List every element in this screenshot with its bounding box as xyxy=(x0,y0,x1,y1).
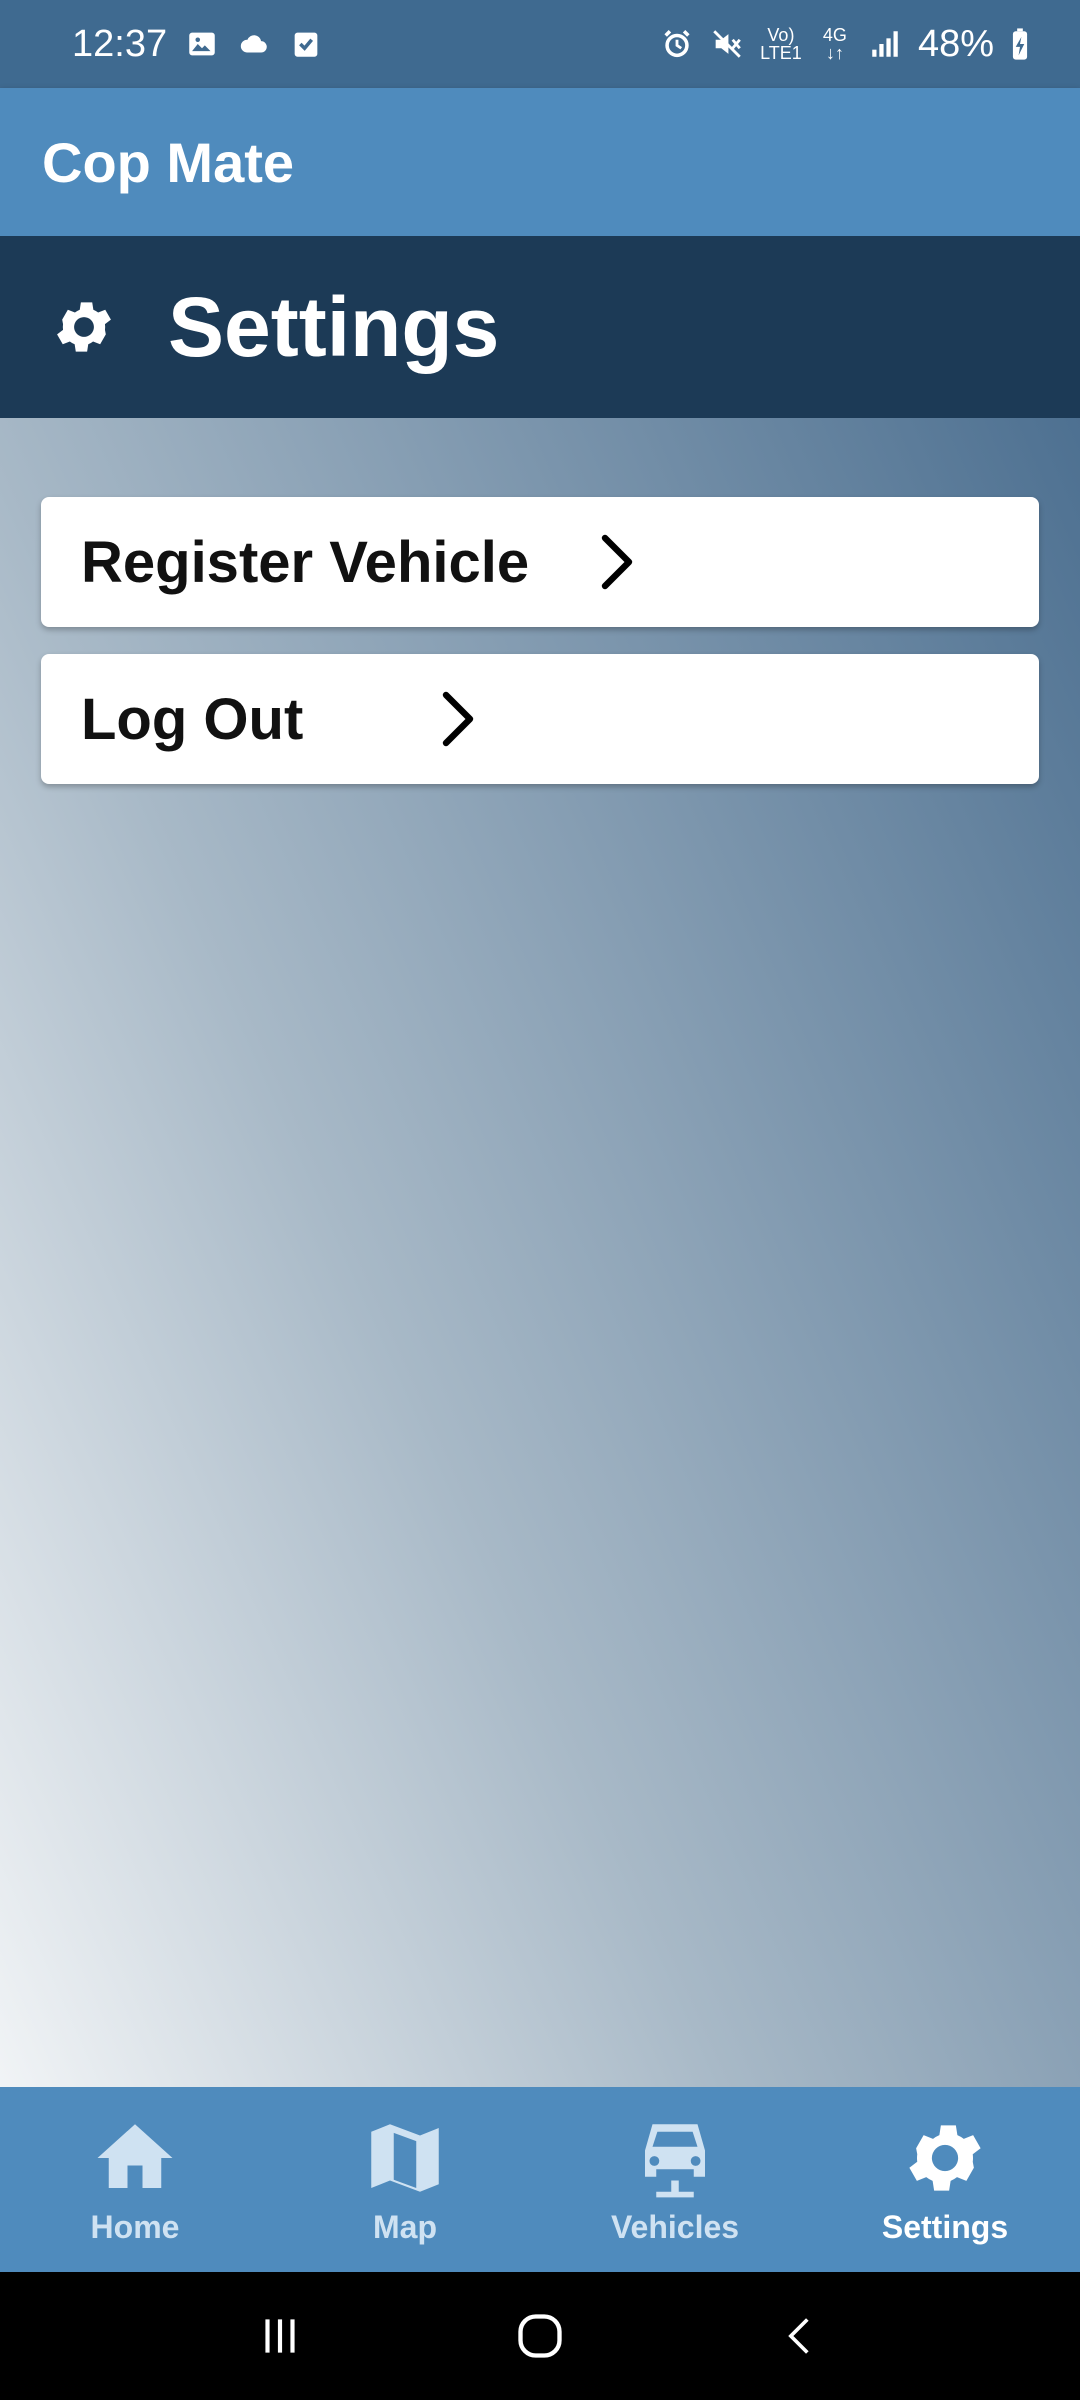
mute-icon xyxy=(710,27,744,61)
image-notification-icon xyxy=(185,27,219,61)
data-type-text: 4G xyxy=(822,25,847,45)
nav-label: Map xyxy=(373,2209,437,2245)
car-icon xyxy=(645,2124,705,2198)
home-circle-icon xyxy=(518,2314,562,2358)
status-time: 12:37 xyxy=(72,22,168,65)
settings-menu: Register Vehicle Log Out xyxy=(41,497,1039,811)
back-icon xyxy=(788,2318,809,2354)
data-type-indicator: 4G ↓↑ xyxy=(818,25,852,63)
battery-charging-icon xyxy=(1010,27,1030,61)
register-vehicle-button[interactable]: Register Vehicle xyxy=(41,497,1039,627)
volte-top-text: Vo) xyxy=(767,25,795,45)
checkbox-notification-icon xyxy=(289,27,323,61)
status-bar: 12:37 Vo) LTE1 4G ↓↑ 48% xyxy=(0,0,1080,88)
status-right: Vo) LTE1 4G ↓↑ 48% xyxy=(660,23,1030,66)
volte-bottom-text: LTE1 xyxy=(760,43,802,63)
settings-header: Settings xyxy=(0,236,1080,418)
chevron-right-icon xyxy=(443,691,474,747)
status-left: 12:37 xyxy=(72,23,323,66)
home-system-button[interactable] xyxy=(510,2306,570,2366)
system-navigation-bar xyxy=(0,2272,1080,2400)
map-icon xyxy=(371,2124,439,2192)
alarm-icon xyxy=(660,27,694,61)
page-title: Settings xyxy=(168,279,500,374)
nav-item-home[interactable]: Home xyxy=(0,2087,270,2272)
back-button[interactable] xyxy=(770,2306,830,2366)
home-icon xyxy=(97,2124,173,2188)
gear-icon xyxy=(57,302,111,352)
nav-item-settings[interactable]: Settings xyxy=(810,2087,1080,2272)
menu-item-label: Register Vehicle xyxy=(81,529,530,595)
data-arrows-icon: ↓↑ xyxy=(825,43,844,63)
app-title: Cop Mate xyxy=(42,130,294,194)
gear-icon xyxy=(909,2125,981,2191)
nav-label: Vehicles xyxy=(610,2209,740,2245)
nav-label: Home xyxy=(90,2209,180,2245)
nav-item-map[interactable]: Map xyxy=(270,2087,540,2272)
menu-item-label: Log Out xyxy=(81,686,304,752)
cloud-icon xyxy=(237,27,271,61)
battery-percent: 48% xyxy=(917,22,994,65)
nav-item-vehicles[interactable]: Vehicles xyxy=(540,2087,810,2272)
app-bar: Cop Mate xyxy=(0,88,1080,236)
volte-indicator: Vo) LTE1 xyxy=(760,25,802,63)
signal-icon xyxy=(868,27,902,61)
recent-apps-icon xyxy=(265,2319,295,2353)
nav-label: Settings xyxy=(881,2209,1009,2245)
chevron-right-icon xyxy=(601,534,633,590)
bottom-navigation: Home Map Vehicles Settings xyxy=(0,2087,1080,2272)
log-out-button[interactable]: Log Out xyxy=(41,654,1039,784)
recent-apps-button[interactable] xyxy=(250,2306,310,2366)
